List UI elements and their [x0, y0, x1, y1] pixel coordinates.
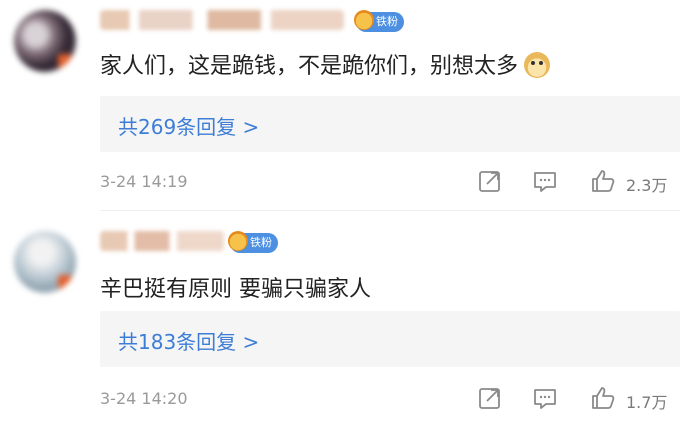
avatar[interactable]	[14, 10, 76, 72]
fan-badge: 铁粉	[354, 10, 404, 32]
timestamp: 3-24 14:20	[100, 389, 188, 408]
username-blurred[interactable]	[100, 231, 224, 251]
replies-box[interactable]: 共183条回复 >	[100, 311, 680, 367]
like-icon[interactable]	[590, 385, 616, 411]
timestamp: 3-24 14:19	[100, 172, 188, 191]
comment-text: 家人们，这是跪钱，不是跪你们，别想太多	[100, 48, 551, 80]
comment-item: 铁粉 辛巴挺有原则 要骗只骗家人 共183条回复 > 3-24 14:20 1.…	[0, 213, 680, 429]
fan-badge-label: 铁粉	[376, 15, 398, 28]
comment-text-content: 家人们，这是跪钱，不是跪你们，别想太多	[100, 54, 519, 79]
view-replies-link[interactable]: 共183条回复 >	[118, 326, 259, 355]
fan-badge-icon	[354, 10, 374, 30]
like-icon[interactable]	[590, 168, 616, 194]
fan-badge-label: 铁粉	[250, 236, 272, 249]
comment-icon[interactable]	[532, 168, 558, 194]
fan-badge-icon	[228, 231, 248, 251]
share-icon[interactable]	[477, 168, 503, 194]
username-blurred[interactable]	[100, 10, 344, 30]
view-replies-link[interactable]: 共269条回复 >	[118, 111, 259, 140]
comment-icon[interactable]	[532, 385, 558, 411]
share-icon[interactable]	[477, 385, 503, 411]
replies-box[interactable]: 共269条回复 >	[100, 96, 680, 152]
fan-badge: 铁粉	[228, 231, 278, 253]
comment-text: 辛巴挺有原则 要骗只骗家人	[100, 277, 371, 302]
avatar[interactable]	[14, 231, 76, 293]
like-count: 1.7万	[626, 393, 668, 412]
comment-item: 铁粉 家人们，这是跪钱，不是跪你们，别想太多 共269条回复 > 3-24 14…	[0, 0, 680, 210]
like-count: 2.3万	[626, 176, 668, 195]
divider	[100, 210, 680, 211]
doge-icon	[524, 52, 551, 78]
